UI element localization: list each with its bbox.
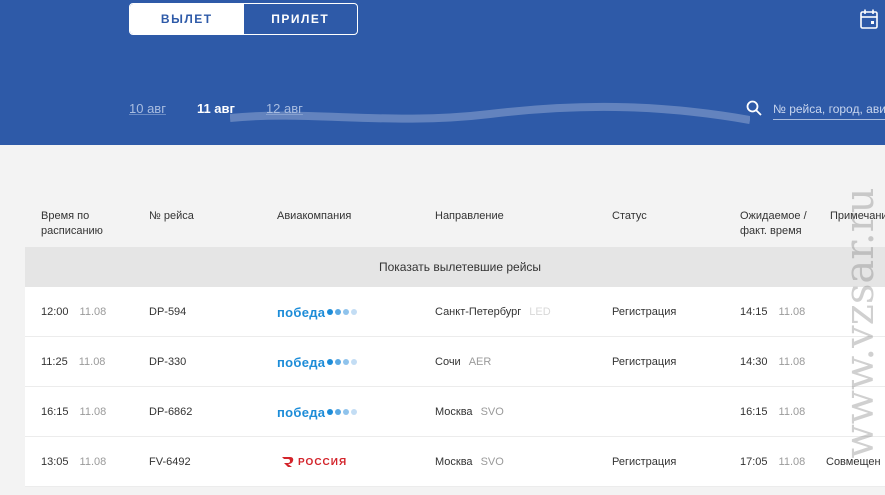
scheduled-time: 13:05 11.08 [41, 437, 106, 487]
header-expected-time: Ожидаемое / факт. время [740, 210, 807, 237]
table-row[interactable]: 12:00 11.08 DP-594 победа Санкт-Петербур… [25, 287, 885, 337]
tab-departure[interactable]: ВЫЛЕТ [130, 4, 244, 34]
date-tab-11[interactable]: 11 авг [197, 101, 235, 116]
header-scheduled-time: Время по расписанию [41, 210, 103, 237]
exp-time-value: 14:30 [740, 356, 768, 368]
airport-code: SVO [480, 406, 504, 418]
pobeda-logo: победа [277, 354, 358, 370]
search-box [746, 98, 885, 122]
header-direction: Направление [435, 210, 504, 222]
city: Москва [435, 456, 473, 468]
exp-date-value: 11.08 [778, 356, 806, 368]
date-tab-12[interactable]: 12 авг [266, 101, 303, 116]
date-value: 11.08 [79, 306, 107, 318]
city: Санкт-Петербург [435, 306, 522, 318]
time-value: 11:25 [41, 356, 68, 368]
date-value: 11.08 [79, 456, 107, 468]
exp-time-value: 14:15 [740, 306, 768, 318]
airport-code: LED [529, 306, 551, 318]
flight-number: DP-594 [149, 306, 187, 318]
pobeda-dots-icon [327, 309, 358, 315]
rossiya-logo: РОССИЯ [281, 456, 347, 468]
scheduled-time: 16:15 11.08 [41, 387, 106, 437]
date-tabs: 10 авг 11 авг 12 авг [129, 101, 334, 116]
city: Сочи [435, 356, 461, 368]
status: Регистрация [612, 356, 677, 368]
table-header: Время по расписанию № рейса Авиакомпания… [0, 209, 885, 243]
direction: Санкт-Петербург LED [435, 287, 551, 337]
status: Регистрация [612, 306, 677, 318]
pobeda-logo: победа [277, 404, 358, 420]
calendar-icon[interactable] [860, 9, 878, 29]
pobeda-dots-icon [327, 409, 358, 415]
airline-logo: победа [277, 337, 358, 387]
date-tab-10[interactable]: 10 авг [129, 101, 166, 116]
exp-date-value: 11.08 [778, 406, 806, 418]
airline-logo: победа [277, 387, 358, 437]
flight-number: DP-6862 [149, 406, 193, 418]
exp-date-value: 11.08 [778, 306, 806, 318]
time-value: 12:00 [41, 306, 69, 318]
pobeda-logo: победа [277, 304, 358, 320]
direction: Москва SVO [435, 437, 504, 487]
exp-time-value: 16:15 [740, 406, 768, 418]
status: Регистрация [612, 456, 677, 468]
time-value: 13:05 [41, 456, 69, 468]
exp-date-value: 11.08 [778, 456, 806, 468]
airport-code: AER [468, 356, 492, 368]
pobeda-dots-icon [327, 359, 358, 365]
flights-list: 12:00 11.08 DP-594 победа Санкт-Петербур… [25, 287, 885, 487]
table-row[interactable]: 16:15 11.08 DP-6862 победа Москва SVO 16… [25, 387, 885, 437]
airline-logo: РОССИЯ [281, 437, 347, 487]
search-icon[interactable] [746, 100, 762, 116]
header-note: Примечание [830, 210, 885, 222]
rossiya-wing-icon [282, 457, 294, 467]
note: Совмещен [826, 456, 881, 468]
airline-name: победа [277, 354, 326, 370]
direction: Сочи AER [435, 337, 491, 387]
table-row[interactable]: 11:25 11.08 DP-330 победа Сочи AER Регис… [25, 337, 885, 387]
flight-number: FV-6492 [149, 456, 191, 468]
airline-logo: победа [277, 287, 358, 337]
scheduled-time: 11:25 11.08 [41, 337, 105, 387]
expected-time: 14:30 11.08 [740, 337, 805, 387]
flight-number: DP-330 [149, 356, 187, 368]
expected-time: 16:15 11.08 [740, 387, 805, 437]
city: Москва [435, 406, 473, 418]
direction: Москва SVO [435, 387, 504, 437]
airline-name: РОССИЯ [298, 456, 348, 468]
airline-name: победа [277, 404, 326, 420]
scheduled-time: 12:00 11.08 [41, 287, 106, 337]
expected-time: 17:05 11.08 [740, 437, 805, 487]
header-flight-number: № рейса [149, 210, 194, 222]
expected-time: 14:15 11.08 [740, 287, 805, 337]
airport-code: SVO [480, 456, 504, 468]
tab-arrival[interactable]: ПРИЛЕТ [244, 4, 358, 34]
header: ВЫЛЕТ ПРИЛЕТ 10 авг 11 авг 12 авг [0, 0, 885, 145]
date-value: 11.08 [79, 406, 107, 418]
airline-name: победа [277, 304, 326, 320]
table-row[interactable]: 13:05 11.08 FV-6492 РОССИЯ Москва SVO Ре… [25, 437, 885, 487]
search-input[interactable] [773, 98, 885, 120]
show-departed-button[interactable]: Показать вылетевшие рейсы [25, 247, 885, 287]
header-airline: Авиакомпания [277, 210, 352, 222]
date-value: 11.08 [78, 356, 106, 368]
direction-switch: ВЫЛЕТ ПРИЛЕТ [129, 3, 358, 35]
time-value: 16:15 [41, 406, 69, 418]
exp-time-value: 17:05 [740, 456, 768, 468]
header-status: Статус [612, 210, 647, 222]
